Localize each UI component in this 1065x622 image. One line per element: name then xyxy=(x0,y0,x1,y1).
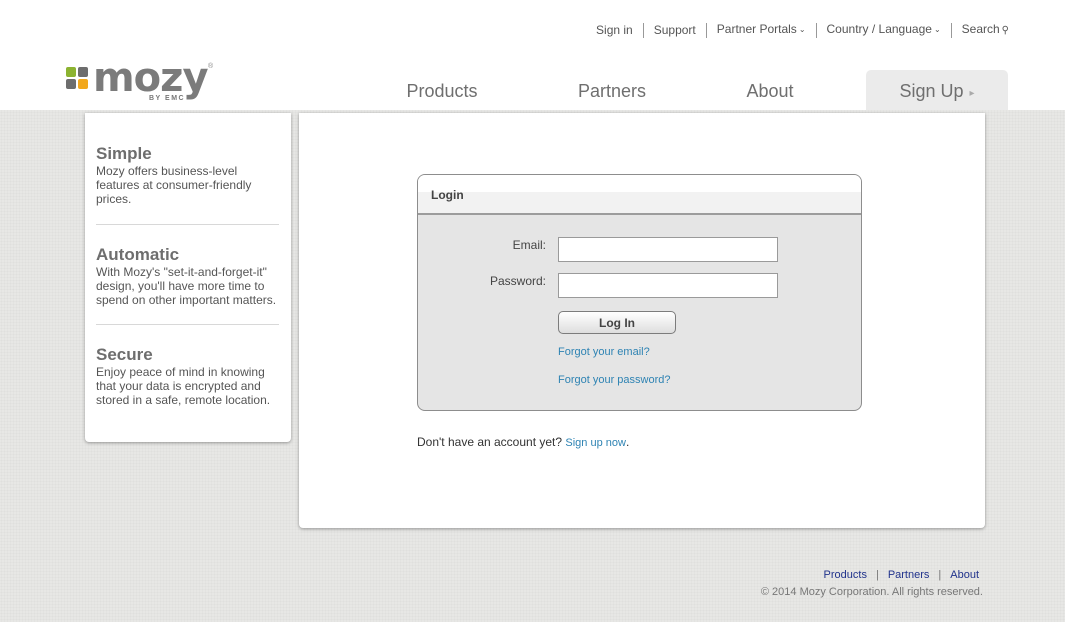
feature-divider xyxy=(96,324,279,325)
main-content-panel: Login Email: Password: Log In Forgot you… xyxy=(299,113,985,528)
feature-simple: Simple Mozy offers business-level featur… xyxy=(96,144,279,206)
signup-prompt-period: . xyxy=(625,435,630,449)
sign-up-now-link[interactable]: Sign up now xyxy=(565,437,626,449)
search-label: Search xyxy=(961,22,1000,36)
copyright-text: © 2014 Mozy Corporation. All rights rese… xyxy=(760,586,983,598)
feature-text: Enjoy peace of mind in knowing that your… xyxy=(96,365,271,407)
feature-divider xyxy=(96,224,279,225)
forgot-password-link[interactable]: Forgot your password? xyxy=(558,374,671,386)
log-in-button[interactable]: Log In xyxy=(558,311,676,334)
nav-products[interactable]: Products xyxy=(392,70,492,110)
search-link[interactable]: Search ⚲ xyxy=(952,22,1009,38)
footer-separator: | xyxy=(938,569,942,581)
nav-sign-up-label: Sign Up xyxy=(899,81,964,101)
dotted-arrow-icon: ▸ xyxy=(969,88,975,99)
country-language-label: Country / Language xyxy=(826,22,932,36)
footer-products-link[interactable]: Products xyxy=(824,569,867,581)
partner-portals-dropdown[interactable]: Partner Portals ⌄ xyxy=(707,22,816,38)
sign-in-link[interactable]: Sign in xyxy=(586,23,643,37)
password-field[interactable] xyxy=(558,273,778,298)
features-sidebar: Simple Mozy offers business-level featur… xyxy=(85,113,291,442)
email-label: Email: xyxy=(512,238,546,252)
feature-text: With Mozy's "set-it-and-forget-it" desig… xyxy=(96,265,277,307)
forgot-email-link[interactable]: Forgot your email? xyxy=(558,346,650,358)
signup-prompt-text: Don't have an account yet? xyxy=(417,435,566,449)
chevron-down-icon: ⌄ xyxy=(798,25,806,34)
feature-text: Mozy offers business-level features at c… xyxy=(96,164,252,206)
footer-nav: Products | Partners | About xyxy=(824,569,979,581)
login-header: Login xyxy=(418,175,861,215)
login-form: Login Email: Password: Log In Forgot you… xyxy=(417,174,862,411)
feature-automatic: Automatic With Mozy's "set-it-and-forget… xyxy=(96,245,279,307)
partner-portals-label: Partner Portals xyxy=(716,22,797,36)
utility-nav: Sign in Support Partner Portals ⌄ Country… xyxy=(586,22,1009,38)
feature-title: Simple xyxy=(96,144,152,163)
footer-about-link[interactable]: About xyxy=(950,569,979,581)
logo-registered-mark: ® xyxy=(208,63,214,70)
feature-secure: Secure Enjoy peace of mind in knowing th… xyxy=(96,345,279,407)
support-link[interactable]: Support xyxy=(644,23,706,37)
signup-prompt: Don't have an account yet? Sign up now. xyxy=(417,435,629,449)
nav-about[interactable]: About xyxy=(720,70,820,110)
feature-title: Secure xyxy=(96,345,153,364)
feature-title: Automatic xyxy=(96,245,180,264)
chevron-down-icon: ⌄ xyxy=(933,25,941,34)
nav-sign-up[interactable]: Sign Up ▸ xyxy=(866,70,1008,110)
email-field[interactable] xyxy=(558,237,778,262)
site-header: Sign in Support Partner Portals ⌄ Country… xyxy=(0,0,1065,110)
login-heading: Login xyxy=(431,188,464,202)
password-label: Password: xyxy=(489,274,546,288)
country-language-dropdown[interactable]: Country / Language ⌄ xyxy=(817,22,951,38)
main-nav: Products Partners About Sign Up ▸ xyxy=(0,70,1065,110)
nav-partners[interactable]: Partners xyxy=(562,70,662,110)
footer-separator: | xyxy=(875,569,879,581)
footer-partners-link[interactable]: Partners xyxy=(888,569,930,581)
search-icon: ⚲ xyxy=(1001,25,1009,36)
